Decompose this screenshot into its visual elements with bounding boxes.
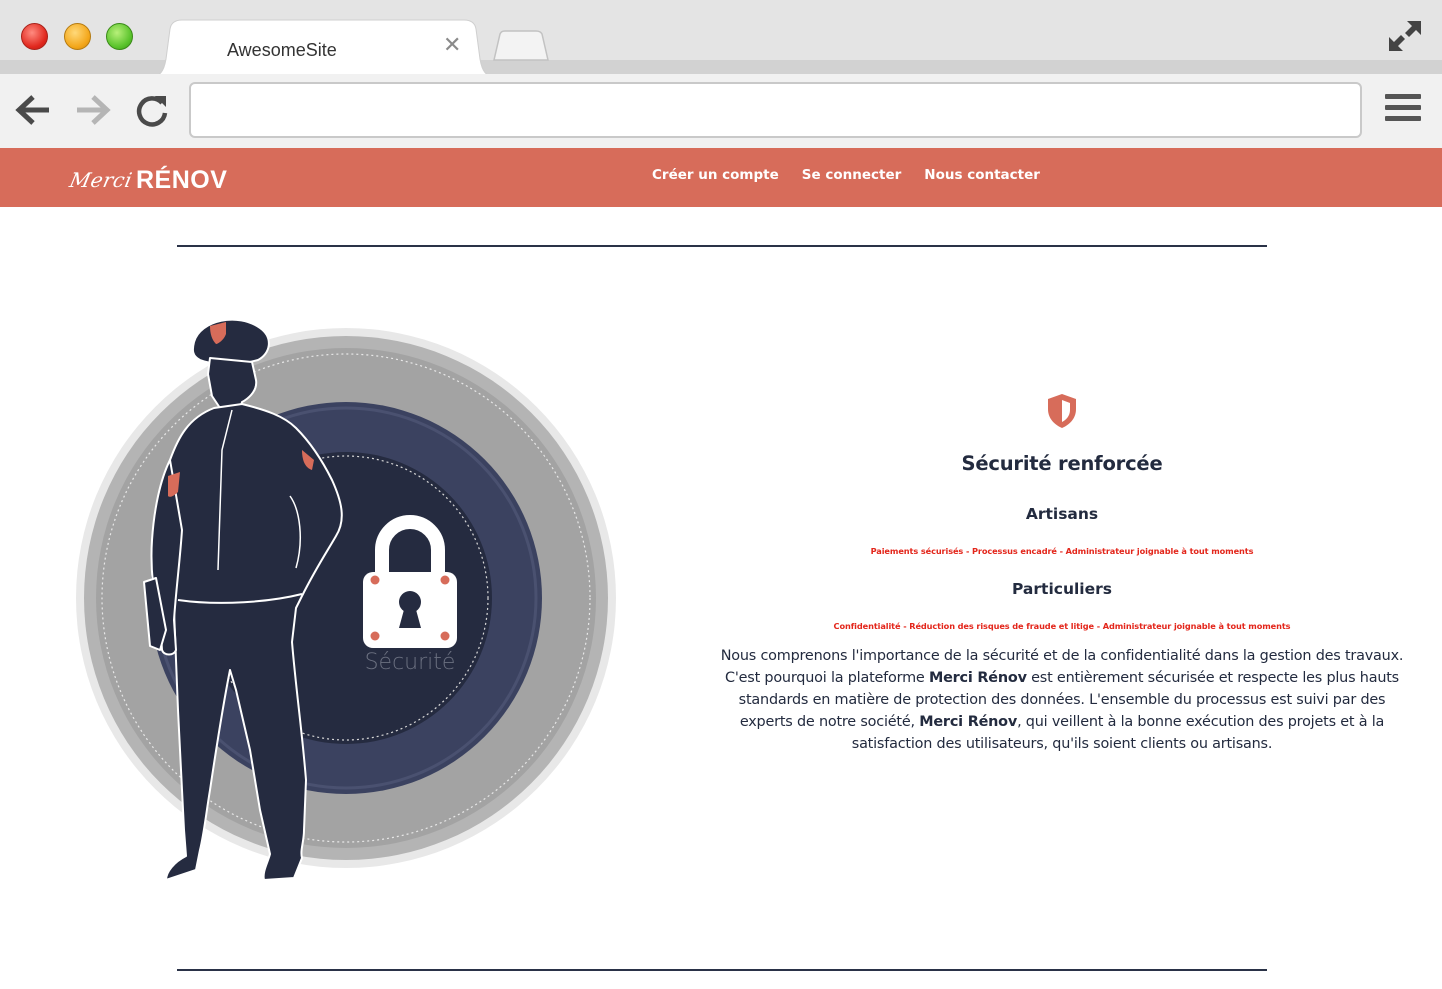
logo-script-text: Merci	[67, 168, 135, 192]
hamburger-menu-icon[interactable]	[1385, 94, 1421, 126]
new-tab-button[interactable]	[490, 30, 552, 62]
nav-create-account[interactable]: Créer un compte	[652, 167, 779, 183]
shield-icon	[1045, 392, 1079, 430]
feature-security: Sécurité renforcée Artisans Paiements sé…	[715, 392, 1409, 755]
browser-toolbar	[0, 74, 1442, 148]
window-close-button[interactable]	[21, 23, 48, 50]
fullscreen-icon[interactable]	[1387, 19, 1423, 53]
forward-arrow-icon[interactable]	[73, 92, 111, 128]
section-title-particuliers: Particuliers	[1011, 580, 1112, 598]
address-bar[interactable]	[189, 82, 1362, 138]
browser-chrome: AwesomeSite ✕	[0, 0, 1442, 148]
divider-top	[177, 245, 1267, 247]
back-arrow-icon[interactable]	[15, 92, 53, 128]
feature-description: Nous comprenons l'importance de la sécur…	[715, 645, 1409, 755]
window-maximize-button[interactable]	[106, 23, 133, 50]
feature-title: Sécurité renforcée	[961, 452, 1163, 475]
tab-title: AwesomeSite	[227, 40, 337, 60]
security-guard-image	[76, 318, 616, 881]
nav-contact[interactable]: Nous contacter	[924, 167, 1040, 183]
tab-close-icon[interactable]: ✕	[443, 35, 461, 57]
main-nav: Créer un compte Se connecter Nous contac…	[652, 167, 1063, 183]
brand-name: Merci Rénov	[919, 714, 1018, 730]
browser-tab-active[interactable]: AwesomeSite ✕	[150, 19, 496, 77]
window-minimize-button[interactable]	[64, 23, 91, 50]
section-tagline-artisans: Paiements sécurisés - Processus encadré …	[870, 546, 1254, 556]
new-tab-icon	[493, 30, 549, 61]
reload-icon[interactable]	[133, 92, 171, 128]
section-title-artisans: Artisans	[1025, 505, 1099, 523]
logo-bold-text: RÉNOV	[135, 166, 228, 194]
site-logo[interactable]: Merci RÉNOV	[67, 160, 228, 194]
section-tagline-particuliers: Confidentialité - Réduction des risques …	[833, 621, 1291, 631]
site-header: Merci RÉNOV Créer un compte Se connecter…	[0, 148, 1442, 207]
brand-name: Merci Rénov	[928, 670, 1027, 686]
security-illustration: Sécurité	[70, 310, 630, 890]
divider-bottom	[177, 969, 1267, 971]
lock-label: Sécurité	[364, 650, 456, 675]
nav-login[interactable]: Se connecter	[802, 167, 902, 183]
tab-strip: AwesomeSite ✕	[0, 0, 1442, 77]
